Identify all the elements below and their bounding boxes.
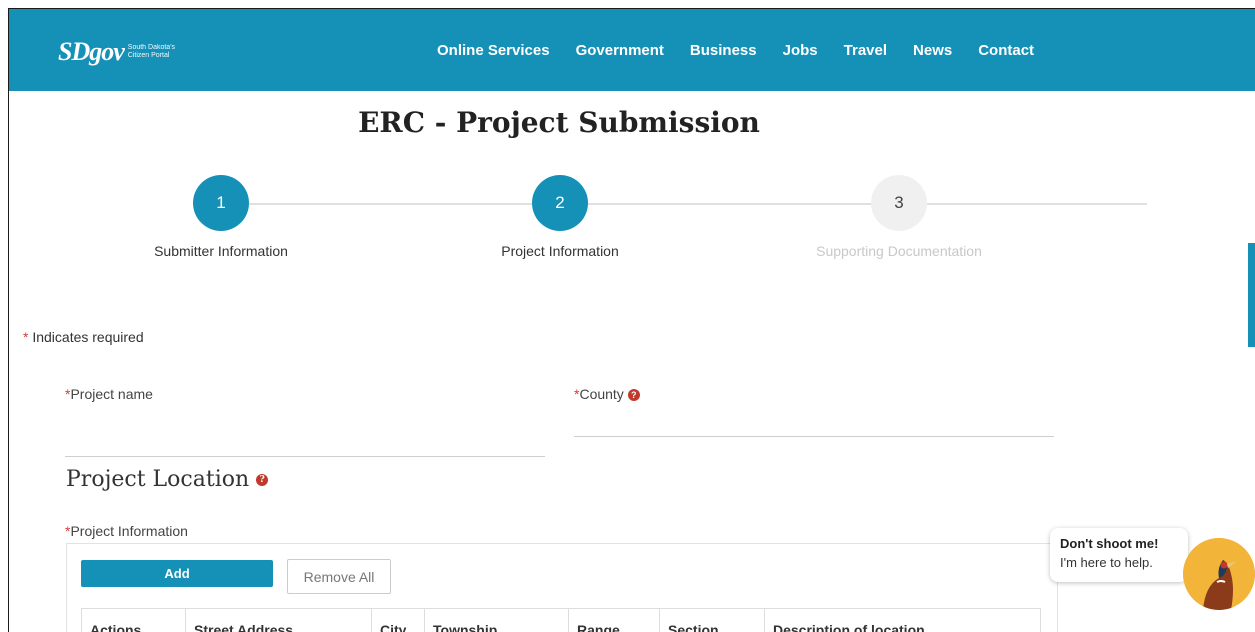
column-header-street-address: Street Address [186,609,372,632]
side-scroll-tab[interactable] [1248,243,1255,347]
add-button[interactable]: Add [81,560,273,587]
step-2-circle[interactable]: 2 [532,175,588,231]
main-nav: Online Services Government Business Jobs… [437,42,1034,59]
step-3-label: Supporting Documentation [816,243,982,259]
column-header-actions: Actions [82,609,186,632]
stepper-track [221,203,1147,205]
sdgov-logo[interactable]: SDgov South Dakota's Citizen Portal [58,37,175,67]
browser-viewport: SDgov South Dakota's Citizen Portal Onli… [8,8,1255,632]
site-header: SDgov South Dakota's Citizen Portal Onli… [9,9,1255,91]
step-3-circle[interactable]: 3 [871,175,927,231]
nav-news[interactable]: News [913,42,952,59]
project-name-label: *Project name [65,386,153,402]
nav-government[interactable]: Government [576,42,664,59]
nav-business[interactable]: Business [690,42,757,59]
logo-tagline: South Dakota's Citizen Portal [127,44,176,59]
chat-avatar-pheasant-icon[interactable] [1183,538,1255,610]
step-2-label: Project Information [501,243,619,259]
column-header-range: Range [569,609,660,632]
column-header-township: Township [425,609,569,632]
chat-line-2: I'm here to help. [1060,555,1153,570]
locations-table-header: Actions Street Address City Township Ran… [81,608,1041,632]
project-location-help-icon[interactable]: ? [256,474,269,486]
county-label: *County ? [574,386,640,402]
nav-travel[interactable]: Travel [844,42,887,59]
remove-all-button[interactable]: Remove All [287,559,391,594]
project-name-field[interactable] [65,456,545,457]
county-help-icon[interactable]: ? [627,389,640,402]
nav-contact[interactable]: Contact [978,42,1034,59]
chat-bubble[interactable]: Don't shoot me! I'm here to help. [1050,528,1188,582]
logo-wordmark: SDgov [58,37,125,66]
pheasant-icon [1183,538,1255,610]
chat-line-1: Don't shoot me! [1060,536,1159,551]
required-note: * Indicates required [23,329,144,345]
progress-stepper: 1 2 3 Submitter Information Project Info… [9,175,1255,275]
page-title: ERC - Project Submission [358,106,760,139]
column-header-city: City [372,609,425,632]
project-location-heading: Project Location ? [66,467,269,492]
column-header-section: Section [660,609,765,632]
nav-online-services[interactable]: Online Services [437,42,550,59]
county-field[interactable] [574,436,1054,437]
required-asterisk: * [23,329,29,345]
column-header-description: Description of location [773,622,925,632]
step-1-label: Submitter Information [154,243,288,259]
step-1-circle[interactable]: 1 [193,175,249,231]
project-information-label: *Project Information [65,523,188,539]
nav-jobs[interactable]: Jobs [783,42,818,59]
project-information-panel: Add Remove All Actions Street Address Ci… [66,543,1058,632]
